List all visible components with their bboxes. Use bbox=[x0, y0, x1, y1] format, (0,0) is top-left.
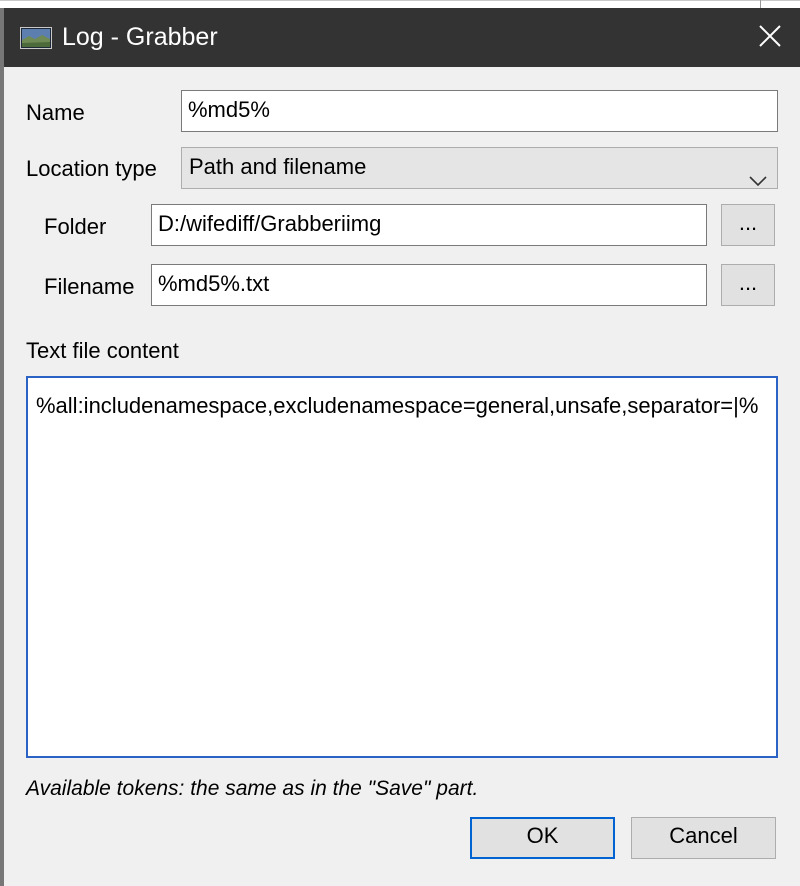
chevron-down-icon bbox=[749, 161, 767, 187]
name-label: Name bbox=[26, 100, 85, 125]
background-window bbox=[0, 0, 800, 8]
title-bar[interactable]: Log - Grabber bbox=[4, 8, 800, 67]
name-input[interactable]: %md5% bbox=[181, 90, 778, 132]
location-type-select[interactable]: Path and filename bbox=[181, 147, 778, 189]
folder-label: Folder bbox=[44, 214, 107, 239]
folder-browse-button[interactable]: ... bbox=[721, 204, 775, 246]
filename-browse-button[interactable]: ... bbox=[721, 264, 775, 306]
ok-button[interactable]: OK bbox=[470, 817, 615, 859]
close-button[interactable] bbox=[746, 14, 794, 62]
cancel-button[interactable]: Cancel bbox=[631, 817, 776, 859]
text-file-content-label: Text file content bbox=[26, 338, 179, 363]
location-type-value: Path and filename bbox=[189, 154, 367, 179]
window-title: Log - Grabber bbox=[62, 23, 218, 51]
log-dialog: Log - Grabber Name %md5% Location type P… bbox=[0, 0, 800, 886]
location-type-label: Location type bbox=[26, 156, 157, 181]
filename-input[interactable]: %md5%.txt bbox=[151, 264, 707, 306]
text-file-content-textarea[interactable]: %all:includenamespace,excludenamespace=g… bbox=[26, 376, 778, 758]
filename-label: Filename bbox=[44, 274, 135, 299]
tokens-hint: Available tokens: the same as in the "Sa… bbox=[26, 777, 479, 800]
image-icon bbox=[20, 27, 52, 49]
close-icon bbox=[759, 24, 781, 52]
folder-input[interactable]: D:/wifediff/Grabberiimg bbox=[151, 204, 707, 246]
